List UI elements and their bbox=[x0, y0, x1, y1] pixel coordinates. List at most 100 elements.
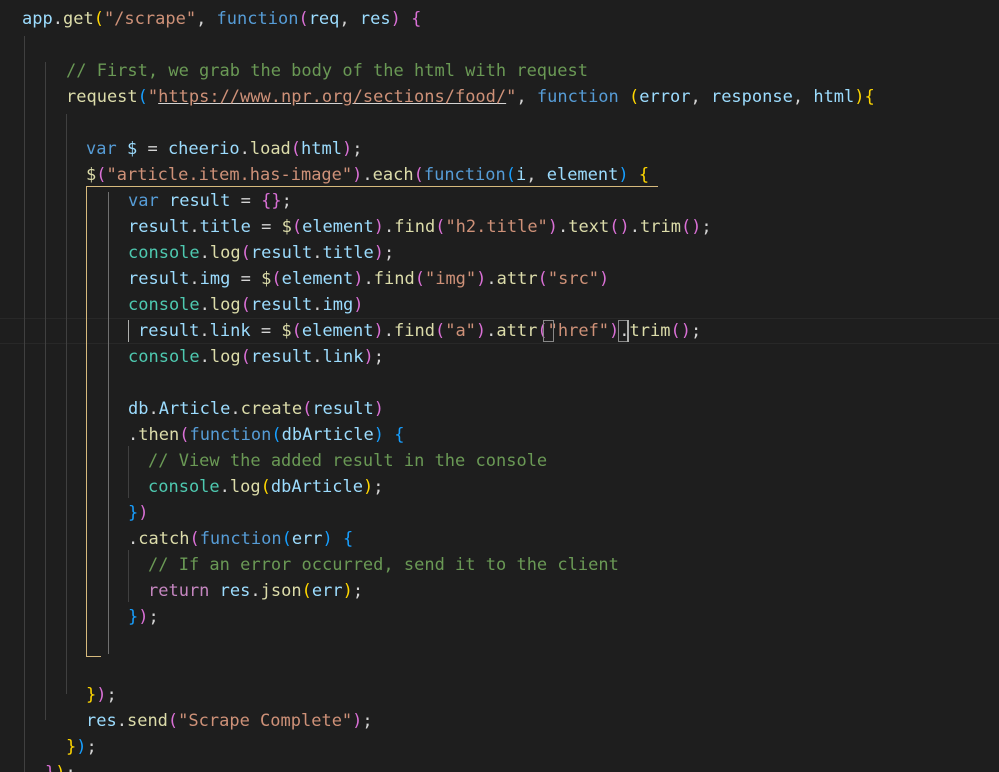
code-token: return bbox=[148, 581, 210, 601]
code-token: title bbox=[322, 243, 374, 263]
code-token: . bbox=[383, 217, 395, 237]
code-line[interactable]: }); bbox=[86, 682, 117, 708]
matching-bracket-open bbox=[543, 320, 554, 342]
code-token: } bbox=[86, 685, 97, 705]
code-line[interactable]: $("article.item.has-image").each(functio… bbox=[86, 162, 649, 188]
code-token: } bbox=[128, 503, 139, 523]
code-token: ( bbox=[537, 269, 548, 289]
code-token: ( bbox=[629, 87, 640, 107]
code-token: function bbox=[216, 9, 299, 29]
code-token: ) bbox=[373, 425, 384, 445]
code-token: { bbox=[411, 9, 422, 29]
code-editor[interactable]: app.get("/scrape", function(req, res) { /… bbox=[0, 0, 999, 772]
code-line[interactable]: result.img = $(element).find("img").attr… bbox=[128, 266, 609, 292]
code-token: i bbox=[515, 165, 527, 185]
code-token: catch bbox=[138, 529, 190, 549]
code-token: } bbox=[128, 607, 139, 627]
code-token: result bbox=[128, 217, 190, 237]
code-token: $ bbox=[281, 217, 292, 237]
code-token: result bbox=[250, 347, 313, 367]
code-token: " bbox=[147, 87, 159, 107]
code-token: console bbox=[128, 347, 200, 367]
code-line[interactable]: app.get("/scrape", function(req, res) { bbox=[22, 6, 421, 32]
code-token: cheerio bbox=[167, 139, 240, 159]
code-token: () bbox=[680, 217, 702, 237]
code-line[interactable]: res.send("Scrape Complete"); bbox=[86, 708, 373, 734]
code-token: ( bbox=[413, 165, 424, 185]
code-token: img bbox=[199, 269, 231, 289]
code-line[interactable]: console.log(result.title); bbox=[128, 240, 394, 266]
code-token: ( bbox=[271, 425, 282, 445]
code-token: ) bbox=[342, 581, 353, 601]
code-token: ( bbox=[240, 243, 251, 263]
code-token: ) bbox=[353, 295, 364, 315]
code-token: { bbox=[394, 425, 405, 445]
code-token: ; bbox=[383, 243, 395, 263]
code-token: err bbox=[311, 581, 343, 601]
code-token: json bbox=[260, 581, 302, 601]
code-line[interactable]: .then(function(dbArticle) { bbox=[128, 422, 404, 448]
code-token: . bbox=[219, 477, 230, 497]
code-line[interactable]: .catch(function(err) { bbox=[128, 526, 353, 552]
code-token: element bbox=[301, 321, 374, 341]
code-token: ) bbox=[363, 477, 374, 497]
code-line[interactable]: }); bbox=[45, 760, 76, 772]
code-token: ( bbox=[260, 477, 271, 497]
code-token: = bbox=[250, 321, 282, 341]
code-token: find bbox=[394, 217, 436, 237]
code-line[interactable]: // First, we grab the body of the html w… bbox=[66, 58, 588, 84]
code-line[interactable]: result.title = $(element).find("h2.title… bbox=[128, 214, 712, 240]
code-token: element bbox=[546, 165, 619, 185]
code-token: req bbox=[308, 9, 340, 29]
code-token: . bbox=[362, 165, 373, 185]
code-token: // First, we grab the body of the html w… bbox=[66, 61, 588, 81]
code-line[interactable]: // View the added result in the console bbox=[148, 448, 547, 474]
code-token: ) bbox=[373, 399, 384, 419]
code-token: , bbox=[516, 87, 537, 107]
code-line[interactable]: var result = {}; bbox=[128, 188, 292, 214]
code-token: ( bbox=[505, 165, 516, 185]
code-token: ) bbox=[138, 503, 149, 523]
code-token: result bbox=[250, 295, 313, 315]
code-token: ; bbox=[86, 737, 97, 757]
code-token: dbArticle bbox=[281, 425, 374, 445]
indent-guide bbox=[128, 550, 129, 602]
code-token: app bbox=[22, 9, 53, 29]
code-line[interactable]: // If an error occurred, send it to the … bbox=[148, 552, 619, 578]
code-token: , bbox=[196, 9, 217, 29]
code-line[interactable]: request("https://www.npr.org/sections/fo… bbox=[66, 84, 875, 110]
code-token: , bbox=[339, 9, 360, 29]
indent-guide bbox=[45, 62, 46, 720]
code-token: " bbox=[506, 87, 517, 107]
code-line[interactable]: console.log(result.img) bbox=[128, 292, 364, 318]
code-line[interactable]: console.log(dbArticle); bbox=[148, 474, 384, 500]
code-line[interactable]: return res.json(err); bbox=[148, 578, 363, 604]
code-token: ( bbox=[414, 269, 425, 289]
code-token: load bbox=[249, 139, 291, 159]
code-token: ) bbox=[476, 269, 487, 289]
code-token: . bbox=[230, 399, 241, 419]
code-token: = bbox=[230, 269, 262, 289]
code-line[interactable]: }) bbox=[128, 500, 149, 526]
code-token: . bbox=[486, 269, 497, 289]
code-line[interactable]: db.Article.create(result) bbox=[128, 396, 384, 422]
code-token: "a" bbox=[445, 321, 476, 341]
code-token: ) bbox=[76, 737, 87, 757]
code-token: error bbox=[639, 87, 691, 107]
code-line[interactable]: var $ = cheerio.load(html); bbox=[86, 136, 363, 162]
code-token: ; bbox=[106, 685, 117, 705]
code-line[interactable]: }); bbox=[66, 734, 97, 760]
code-token: . bbox=[128, 529, 139, 549]
code-token: $ bbox=[86, 165, 97, 185]
code-token: . bbox=[250, 581, 261, 601]
code-token: { bbox=[343, 529, 354, 549]
code-line[interactable]: result.link = $(element).find("a").attr(… bbox=[138, 318, 701, 344]
code-token: result bbox=[138, 321, 200, 341]
code-line[interactable]: }); bbox=[128, 604, 159, 630]
code-token: Article bbox=[158, 399, 231, 419]
code-token: response bbox=[710, 87, 793, 107]
code-line[interactable]: console.log(result.link); bbox=[128, 344, 384, 370]
